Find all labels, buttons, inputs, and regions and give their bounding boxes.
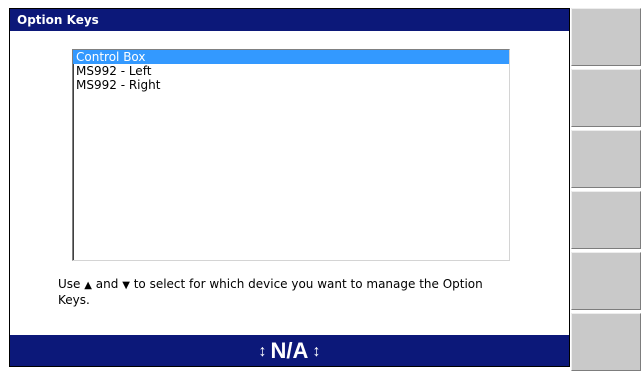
- instruction-and: and: [95, 277, 119, 291]
- instruction-text: Use ▲ and ▼ to select for which device y…: [58, 277, 498, 308]
- status-value: N/A: [270, 338, 309, 363]
- instruction-prefix: Use: [58, 277, 81, 291]
- down-arrow-icon: ▼: [122, 280, 130, 291]
- softkey-5[interactable]: [571, 252, 641, 310]
- softkey-4[interactable]: [571, 191, 641, 249]
- option-keys-window: Option Keys Control Box MS992 - Left MS9…: [9, 8, 570, 367]
- list-item-ms992-right[interactable]: MS992 - Right: [73, 78, 509, 92]
- device-listbox[interactable]: Control Box MS992 - Left MS992 - Right: [72, 49, 510, 261]
- softkey-column: [571, 8, 641, 371]
- softkey-3[interactable]: [571, 130, 641, 188]
- softkey-2[interactable]: [571, 69, 641, 127]
- updown-right-icon: ↕: [312, 343, 321, 360]
- updown-left-icon: ↕: [258, 343, 267, 360]
- window-title: Option Keys: [10, 9, 569, 31]
- softkey-1[interactable]: [571, 8, 641, 66]
- list-item-control-box[interactable]: Control Box: [73, 50, 509, 64]
- softkey-6[interactable]: [571, 313, 641, 371]
- status-bar: ↕ N/A ↕: [10, 335, 569, 366]
- list-item-ms992-left[interactable]: MS992 - Left: [73, 64, 509, 78]
- up-arrow-icon: ▲: [84, 280, 92, 291]
